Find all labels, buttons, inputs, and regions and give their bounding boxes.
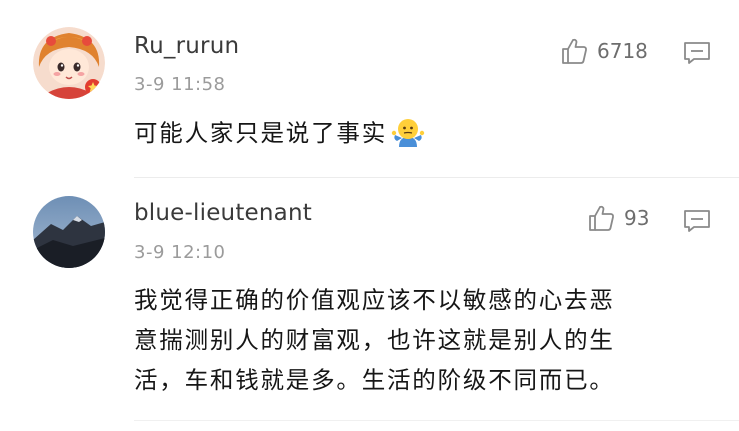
comment-text-line: 我觉得正确的价值观应该不以敏感的心去恶 — [134, 286, 615, 314]
anime-girl-avatar-icon — [33, 27, 105, 99]
thumbs-up-icon — [562, 38, 587, 64]
comment-item: blue-lieutenant 3-9 12:10 93 我觉得正确的价值观应该… — [0, 178, 739, 431]
username[interactable]: Ru_rurun — [134, 33, 239, 59]
username[interactable]: blue-lieutenant — [134, 200, 312, 226]
like-count: 93 — [624, 206, 650, 230]
comment-text-line: 可能人家只是说了事实 — [134, 119, 387, 147]
comment-text-line: 活，车和钱就是多。生活的阶级不同而已。 — [134, 366, 615, 394]
avatar[interactable] — [33, 27, 105, 99]
like-count: 6718 — [597, 39, 648, 63]
reply-button[interactable] — [682, 40, 712, 66]
shrug-emoji-icon — [391, 117, 425, 149]
comment-item: Ru_rurun 3-9 11:58 6718 可能人家只是说了事实 — [0, 0, 739, 178]
comment-icon — [684, 42, 710, 64]
mountain-photo-avatar-icon — [33, 196, 105, 268]
like-button[interactable]: 93 — [587, 203, 649, 233]
timestamp: 3-9 12:10 — [134, 242, 226, 263]
comment-text: 可能人家只是说了事实 — [134, 113, 704, 153]
comment-icon — [684, 210, 710, 232]
comment-text-line: 意揣测别人的财富观，也许这就是别人的生 — [134, 326, 615, 354]
comment-text: 我觉得正确的价值观应该不以敏感的心去恶 意揣测别人的财富观，也许这就是别人的生 … — [134, 280, 704, 400]
divider — [134, 420, 739, 421]
thumbs-up-icon — [589, 205, 614, 231]
like-button[interactable]: 6718 — [560, 36, 648, 66]
reply-button[interactable] — [682, 208, 712, 234]
timestamp: 3-9 11:58 — [134, 74, 226, 95]
avatar[interactable] — [33, 196, 105, 268]
